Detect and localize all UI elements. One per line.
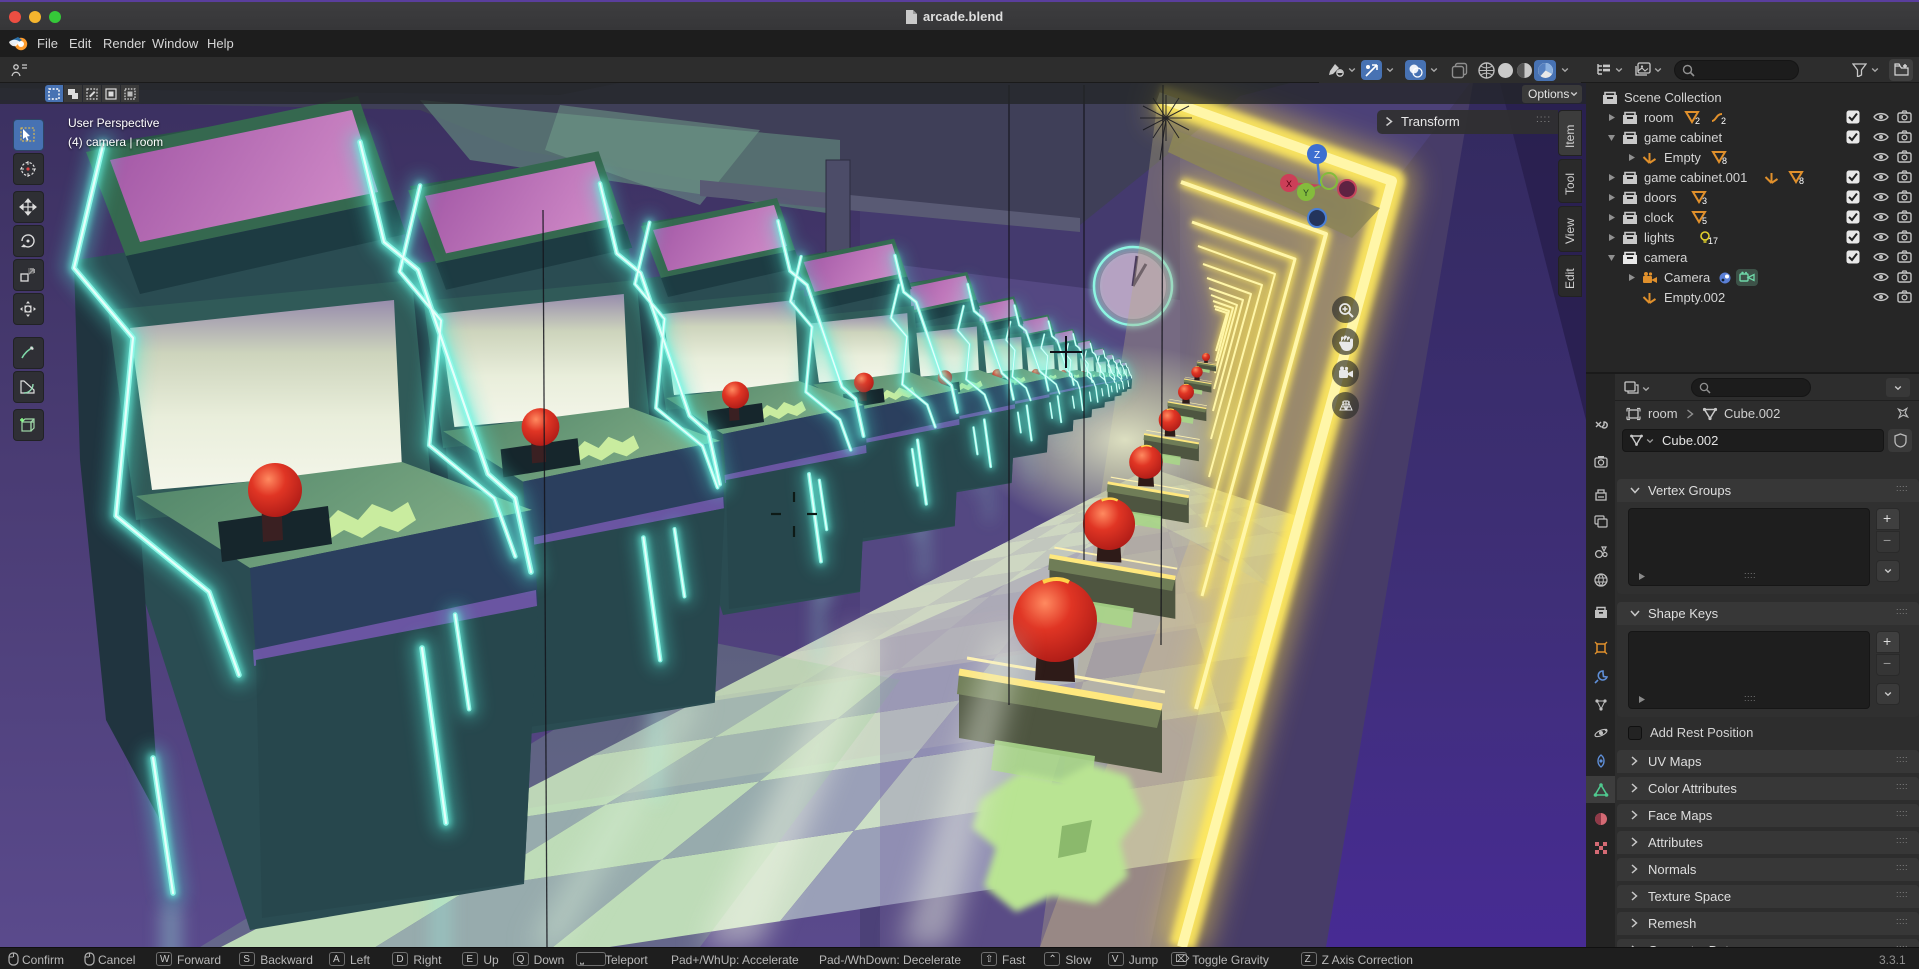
svg-text:Y: Y: [1303, 188, 1309, 198]
svg-text:Z: Z: [1314, 150, 1320, 161]
svg-text:X: X: [1286, 179, 1292, 189]
